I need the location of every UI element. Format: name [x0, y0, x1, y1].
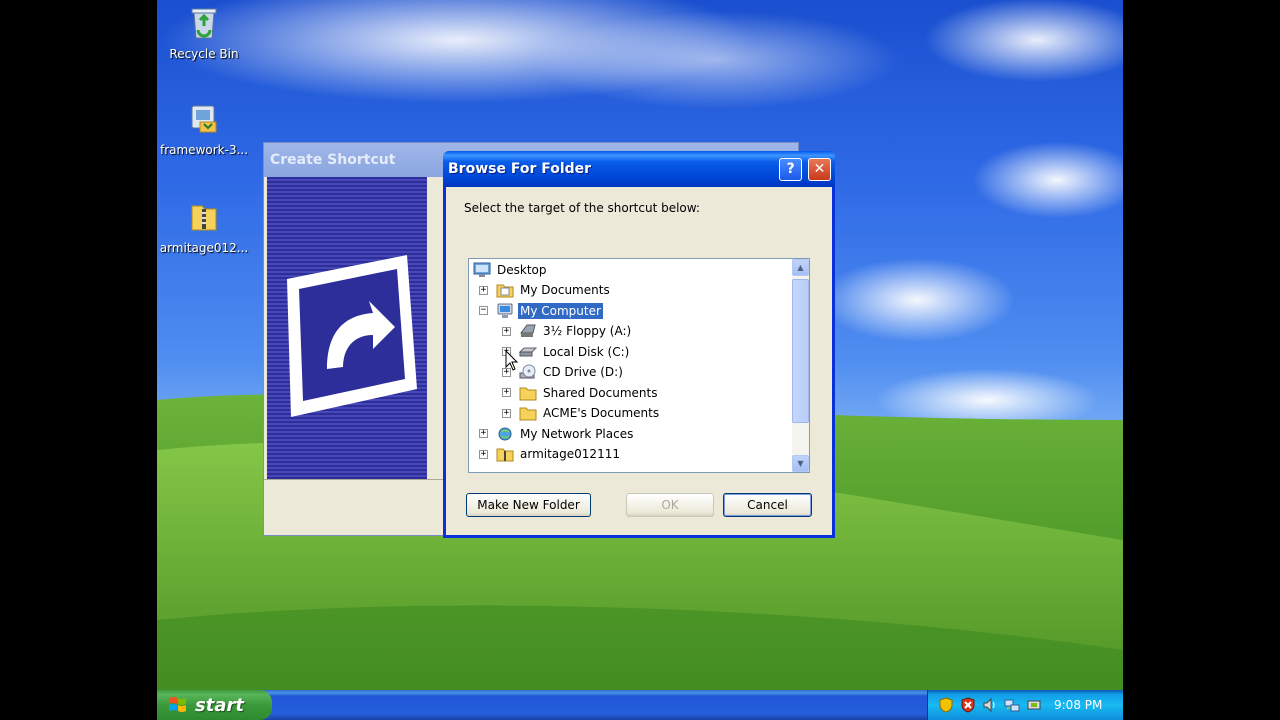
taskbar: start 9:08 PM — [157, 690, 1123, 720]
mouse-cursor-icon — [505, 350, 519, 371]
cd-drive-icon — [519, 364, 536, 379]
expand-button[interactable]: + — [479, 450, 488, 459]
shortcut-arrow-icon — [287, 255, 417, 417]
floppy-drive-icon — [520, 324, 536, 337]
collapse-button[interactable]: − — [479, 306, 488, 315]
cancel-button[interactable]: Cancel — [723, 493, 812, 517]
tree-item-label: 3½ Floppy (A:) — [543, 324, 632, 338]
security-shield-icon[interactable] — [938, 697, 954, 713]
tree-item-local-disk[interactable]: Local Disk (C:) — [519, 342, 631, 362]
tree-scrollbar[interactable]: ▲ ▼ — [792, 259, 809, 472]
tree-item-armitage[interactable]: armitage012111 — [496, 444, 622, 464]
tree-item-label: Shared Documents — [543, 386, 658, 400]
tree-item-network-places[interactable]: My Network Places — [496, 424, 635, 444]
desktop-icon-label: Recycle Bin — [169, 47, 239, 61]
tree-item-label-selected: My Computer — [518, 303, 603, 319]
expand-button[interactable]: + — [502, 388, 511, 397]
scroll-up-button[interactable]: ▲ — [792, 259, 809, 276]
security-alert-icon[interactable] — [960, 697, 976, 713]
windows-logo-icon — [169, 697, 186, 712]
expand-button[interactable]: + — [479, 429, 488, 438]
folder-tree[interactable]: Desktop + My Documents − My Computer + 3… — [468, 258, 810, 473]
ok-button[interactable]: OK — [626, 493, 714, 517]
tree-item-acme-documents[interactable]: ACME's Documents — [519, 403, 661, 423]
zip-folder-icon — [496, 448, 514, 462]
tree-item-label: CD Drive (D:) — [543, 365, 623, 379]
my-computer-icon — [497, 303, 513, 318]
desktop-icon-armitage[interactable]: armitage012... — [157, 198, 252, 255]
tree-item-floppy[interactable]: 3½ Floppy (A:) — [519, 321, 633, 341]
my-documents-icon — [496, 284, 514, 298]
start-label: start — [195, 694, 244, 716]
make-new-folder-button[interactable]: Make New Folder — [466, 493, 591, 517]
tree-item-label: My Network Places — [520, 427, 634, 441]
tree-item-shared-documents[interactable]: Shared Documents — [519, 383, 659, 403]
desktop-icon — [473, 262, 491, 277]
scroll-thumb[interactable] — [792, 279, 809, 423]
expand-button[interactable]: + — [502, 327, 511, 336]
network-places-icon — [498, 427, 512, 441]
dialog-title-bar[interactable]: Browse For Folder ? ✕ — [443, 151, 835, 187]
tree-item-label: Local Disk (C:) — [543, 345, 630, 359]
tree-item-label: My Documents — [520, 283, 610, 297]
volume-icon[interactable] — [982, 697, 998, 713]
tree-item-label: armitage012111 — [520, 447, 620, 461]
tree-item-label: Desktop — [497, 263, 547, 277]
clock: 9:08 PM — [1054, 698, 1103, 712]
dialog-title: Browse For Folder — [448, 161, 592, 177]
hard-disk-icon — [519, 347, 537, 357]
dialog-instruction: Select the target of the shortcut below: — [464, 201, 700, 215]
desktop-icon-recycle-bin[interactable]: Recycle Bin — [157, 4, 252, 61]
zip-folder-icon — [191, 205, 217, 231]
folder-icon — [519, 387, 537, 401]
expand-button[interactable]: + — [479, 286, 488, 295]
desktop-icon-label: armitage012... — [159, 241, 249, 255]
scroll-down-button[interactable]: ▼ — [792, 455, 809, 472]
recycle-bin-icon — [191, 8, 217, 39]
close-button[interactable]: ✕ — [808, 157, 831, 181]
tree-item-my-computer[interactable]: My Computer — [496, 301, 603, 321]
help-button[interactable]: ? — [779, 157, 803, 181]
tree-item-desktop[interactable]: Desktop — [473, 260, 549, 280]
desktop-icon-framework-installer[interactable]: framework-3... — [157, 100, 252, 157]
desktop-icon-label: framework-3... — [159, 143, 249, 157]
system-tray: 9:08 PM — [927, 690, 1123, 720]
safely-remove-icon[interactable] — [1026, 697, 1042, 713]
network-icon[interactable] — [1004, 697, 1020, 713]
browse-for-folder-dialog: Browse For Folder ? ✕ Select the target … — [443, 151, 835, 538]
tree-item-cd-drive[interactable]: CD Drive (D:) — [519, 362, 625, 382]
wizard-banner — [267, 177, 427, 479]
start-button[interactable]: start — [157, 690, 272, 720]
installer-icon — [191, 105, 217, 133]
folder-icon — [519, 407, 537, 421]
expand-button[interactable]: + — [502, 409, 511, 418]
desktop: Recycle Bin framework-3... armitage012..… — [157, 0, 1123, 720]
tree-item-my-documents[interactable]: My Documents — [496, 280, 612, 300]
dialog-body: Select the target of the shortcut below:… — [446, 187, 832, 535]
tree-item-label: ACME's Documents — [543, 406, 660, 420]
